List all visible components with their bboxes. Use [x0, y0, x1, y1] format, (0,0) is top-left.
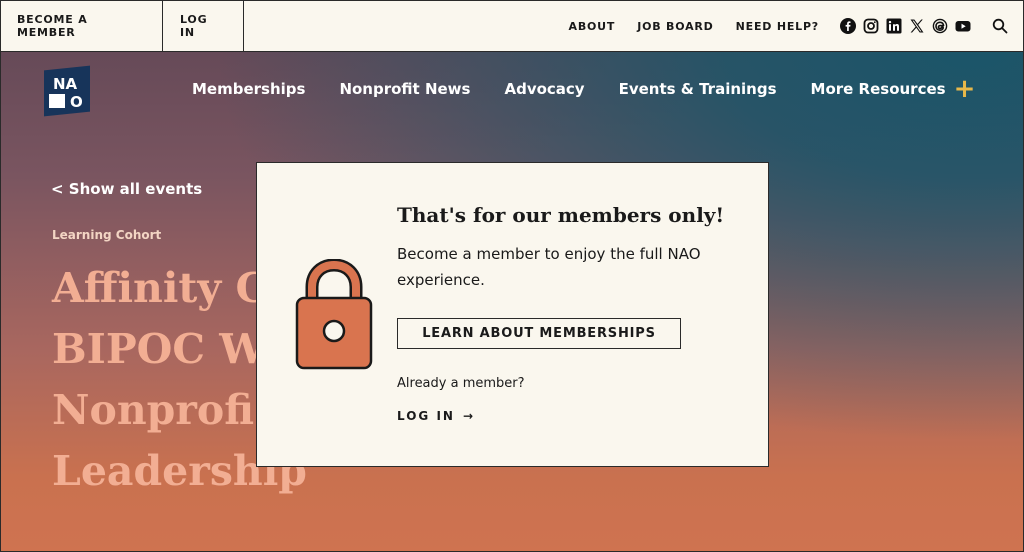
nav-more-resources[interactable]: More Resources + [810, 74, 976, 104]
nav-nonprofit-news[interactable]: Nonprofit News [339, 80, 470, 98]
nav-events-trainings[interactable]: Events & Trainings [619, 80, 777, 98]
event-category: Learning Cohort [52, 228, 162, 242]
job-board-link[interactable]: JOB BOARD [626, 20, 724, 33]
lock-icon [295, 258, 373, 375]
become-member-link[interactable]: BECOME A MEMBER [1, 1, 163, 51]
social-links [840, 18, 971, 34]
logo-square [49, 94, 65, 108]
nao-logo[interactable]: NA O [44, 64, 92, 117]
need-help-link[interactable]: NEED HELP? [725, 20, 830, 33]
utility-bar: BECOME A MEMBER LOG IN ABOUT JOB BOARD N… [0, 0, 1024, 52]
modal-title: That's for our members only! [397, 203, 725, 227]
nav-more-resources-label: More Resources [810, 80, 946, 98]
arrow-right-icon: → [462, 409, 476, 423]
search-icon[interactable] [991, 17, 1009, 35]
main-nav: Memberships Nonprofit News Advocacy Even… [192, 74, 976, 104]
members-only-modal: That's for our members only! Become a me… [256, 162, 769, 467]
modal-log-in-label: LOG IN [397, 409, 455, 423]
log-in-link[interactable]: LOG IN [163, 1, 244, 51]
instagram-icon[interactable] [863, 18, 879, 34]
learn-about-memberships-button[interactable]: LEARN ABOUT MEMBERSHIPS [397, 318, 681, 349]
plus-icon: + [953, 74, 976, 104]
youtube-icon[interactable] [955, 18, 971, 34]
nav-advocacy[interactable]: Advocacy [504, 80, 584, 98]
about-link[interactable]: ABOUT [558, 20, 627, 33]
logo-text-bottom: O [70, 93, 83, 111]
threads-icon[interactable] [932, 18, 948, 34]
linkedin-icon[interactable] [886, 18, 902, 34]
modal-description: Become a member to enjoy the full NAO ex… [397, 245, 701, 289]
nav-memberships[interactable]: Memberships [192, 80, 305, 98]
facebook-icon[interactable] [840, 18, 856, 34]
modal-log-in-link[interactable]: LOG IN → [397, 409, 475, 423]
x-icon[interactable] [909, 18, 925, 34]
already-member-text: Already a member? [397, 376, 525, 391]
logo-text-top: NA [53, 75, 78, 93]
show-all-events-link[interactable]: < Show all events [51, 180, 202, 198]
